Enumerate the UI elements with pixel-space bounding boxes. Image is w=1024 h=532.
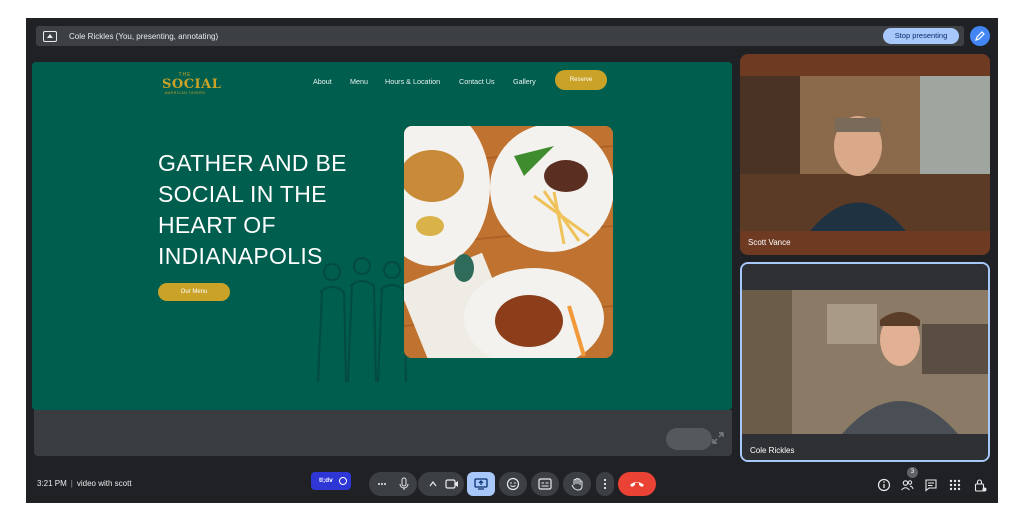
more-vert-button[interactable]	[596, 472, 614, 496]
shared-screen-footer	[34, 410, 732, 456]
site-logo[interactable]: THE SOCIAL AMERICAN TAVERN	[162, 72, 221, 95]
nav-hours-location[interactable]: Hours & Location	[385, 77, 440, 86]
captions-button[interactable]	[531, 472, 559, 496]
participant-video	[740, 54, 990, 255]
our-menu-button[interactable]: Our Menu	[158, 283, 230, 301]
tldv-recorder-badge[interactable]: tl;dv	[311, 472, 351, 490]
meet-window: Cole Rickles (You, presenting, annotatin…	[26, 18, 998, 503]
present-screen-icon	[474, 478, 488, 490]
current-time: 3:21 PM	[37, 479, 67, 488]
chat-icon[interactable]	[924, 478, 938, 492]
hero-title: GATHER AND BE SOCIAL IN THE HEART OF IND…	[158, 150, 347, 269]
people-count-badge: 3	[907, 467, 918, 478]
annotate-pen-button[interactable]	[970, 26, 990, 46]
camera-button[interactable]	[418, 472, 464, 496]
nav-gallery[interactable]: Gallery	[513, 77, 536, 86]
more-vert-icon	[603, 478, 607, 490]
nav-contact-us[interactable]: Contact Us	[459, 77, 495, 86]
food-photo	[404, 126, 613, 358]
reserve-button[interactable]: Reserve	[555, 70, 607, 90]
record-icon	[339, 477, 347, 485]
participant-name: Scott Vance	[748, 238, 791, 247]
presenting-bar: Cole Rickles (You, presenting, annotatin…	[36, 26, 964, 46]
participant-name: Cole Rickles	[750, 446, 795, 455]
nav-menu[interactable]: Menu	[350, 77, 368, 86]
raise-hand-button[interactable]	[563, 472, 591, 496]
meeting-info: 3:21 PM | video with scott	[37, 479, 132, 488]
leave-call-button[interactable]	[618, 472, 656, 496]
info-icon[interactable]	[877, 478, 891, 492]
captions-icon	[538, 478, 552, 490]
present-screen-icon	[43, 30, 57, 42]
camera-icon	[429, 479, 458, 489]
participant-video	[742, 264, 988, 460]
host-controls-icon[interactable]	[973, 478, 987, 492]
raise-hand-icon	[571, 478, 583, 491]
presenting-status: Cole Rickles (You, presenting, annotatin…	[69, 31, 219, 41]
activities-icon[interactable]	[948, 478, 962, 492]
more-options-icon	[378, 477, 409, 490]
microphone-icon	[399, 477, 409, 490]
expand-icon[interactable]	[710, 430, 726, 446]
call-controls-bar: 3:21 PM | video with scott tl;dv 3	[26, 467, 998, 503]
emoji-icon	[506, 477, 520, 491]
participant-tile[interactable]: Scott Vance	[740, 54, 990, 255]
reactions-button[interactable]	[499, 472, 527, 496]
meeting-title: video with scott	[76, 479, 132, 488]
stop-presenting-button[interactable]: Stop presenting	[883, 28, 959, 44]
participant-tile-self[interactable]: Cole Rickles	[740, 262, 990, 462]
end-call-icon	[630, 482, 644, 487]
present-button[interactable]	[467, 472, 495, 496]
annotation-tool-toggle[interactable]	[666, 428, 712, 450]
shared-screen: THE SOCIAL AMERICAN TAVERN About Menu Ho…	[32, 62, 732, 410]
nav-about[interactable]: About	[313, 77, 332, 86]
pen-icon	[975, 31, 985, 41]
people-icon[interactable]	[900, 478, 914, 492]
more-options-button[interactable]	[369, 472, 417, 496]
